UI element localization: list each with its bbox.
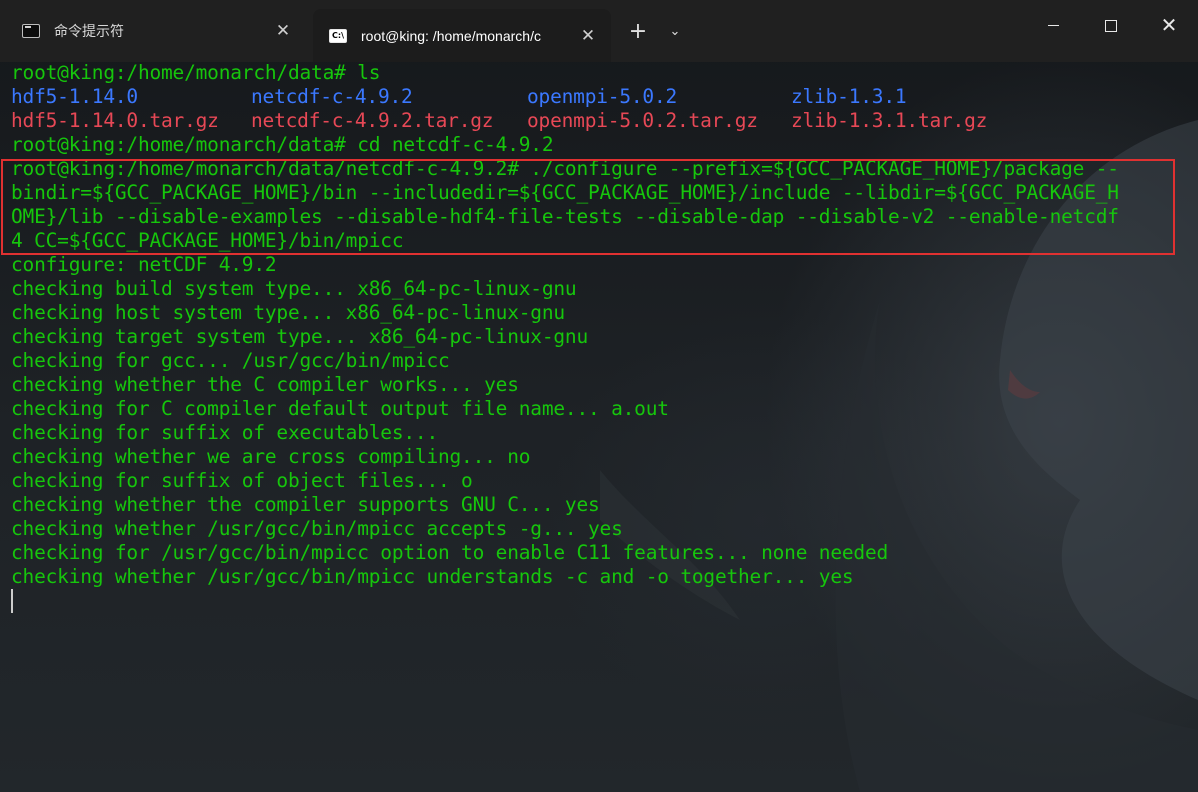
tab-root-shell[interactable]: C:\ root@king: /home/monarch/c ✕ [313, 9, 611, 62]
minimize-icon [1047, 25, 1059, 26]
output-line: checking whether /usr/gcc/bin/mpicc acce… [11, 517, 623, 540]
ls-entry: openmpi-5.0.2 [527, 85, 678, 108]
cmd-icon [22, 24, 40, 38]
output-line: checking host system type... x86_64-pc-l… [11, 301, 565, 324]
minimize-button[interactable] [1024, 0, 1082, 50]
tab-label: root@king: /home/monarch/c [361, 27, 541, 44]
prompt-line: root@king:/home/monarch/data# ls [11, 61, 381, 84]
ls-entry: zlib-1.3.1.tar.gz [791, 109, 988, 132]
prompt-line: root@king:/home/monarch/data# cd netcdf-… [11, 133, 554, 156]
ls-entry: netcdf-c-4.9.2 [251, 85, 413, 108]
configure-command-line: OME}/lib --disable-examples --disable-hd… [11, 205, 1119, 228]
configure-command-line: 4 CC=${GCC_PACKAGE_HOME}/bin/mpicc [11, 229, 404, 252]
terminal-window: 命令提示符 ✕ C:\ root@king: /home/monarch/c ✕… [0, 0, 1198, 792]
output-line: checking for suffix of executables... [11, 421, 438, 444]
configure-command-line: bindir=${GCC_PACKAGE_HOME}/bin --include… [11, 181, 1119, 204]
output-line: checking whether we are cross compiling.… [11, 445, 531, 468]
output-line: checking whether the C compiler works...… [11, 373, 519, 396]
ls-entry: hdf5-1.14.0.tar.gz [11, 109, 219, 132]
chevron-down-icon[interactable]: ⌄ [663, 18, 687, 46]
configure-command-line: root@king:/home/monarch/data/netcdf-c-4.… [11, 157, 1119, 180]
tab-command-prompt[interactable]: 命令提示符 ✕ [6, 9, 306, 53]
title-bar: 命令提示符 ✕ C:\ root@king: /home/monarch/c ✕… [0, 0, 1198, 62]
ls-entry: netcdf-c-4.9.2.tar.gz [251, 109, 494, 132]
cmd-icon: C:\ [329, 28, 347, 43]
text-cursor [11, 589, 13, 613]
ls-directories-row: hdf5-1.14.0 netcdf-c-4.9.2 openmpi-5.0.2… [11, 85, 1191, 109]
output-line: checking whether the compiler supports G… [11, 493, 600, 516]
output-line: checking for /usr/gcc/bin/mpicc option t… [11, 541, 889, 564]
ls-entry: zlib-1.3.1 [791, 85, 907, 108]
ls-archives-row: hdf5-1.14.0.tar.gz netcdf-c-4.9.2.tar.gz… [11, 109, 1191, 133]
close-icon[interactable]: ✕ [274, 22, 292, 40]
maximize-button[interactable] [1082, 0, 1140, 50]
output-line: configure: netCDF 4.9.2 [11, 253, 277, 276]
output-line: checking for C compiler default output f… [11, 397, 669, 420]
maximize-icon [1105, 19, 1117, 32]
window-close-button[interactable]: ✕ [1140, 0, 1198, 50]
new-tab-button[interactable]: + [624, 18, 652, 46]
output-line: checking for gcc... /usr/gcc/bin/mpicc [11, 349, 450, 372]
close-icon[interactable]: ✕ [579, 27, 597, 45]
terminal-output[interactable]: root@king:/home/monarch/data# ls hdf5-1.… [11, 61, 1191, 589]
output-line: checking build system type... x86_64-pc-… [11, 277, 577, 300]
output-line: checking target system type... x86_64-pc… [11, 325, 588, 348]
output-line: checking for suffix of object files... o [11, 469, 473, 492]
ls-entry: openmpi-5.0.2.tar.gz [527, 109, 758, 132]
tab-label: 命令提示符 [54, 23, 124, 39]
output-line: checking whether /usr/gcc/bin/mpicc unde… [11, 565, 854, 588]
ls-entry: hdf5-1.14.0 [11, 85, 138, 108]
